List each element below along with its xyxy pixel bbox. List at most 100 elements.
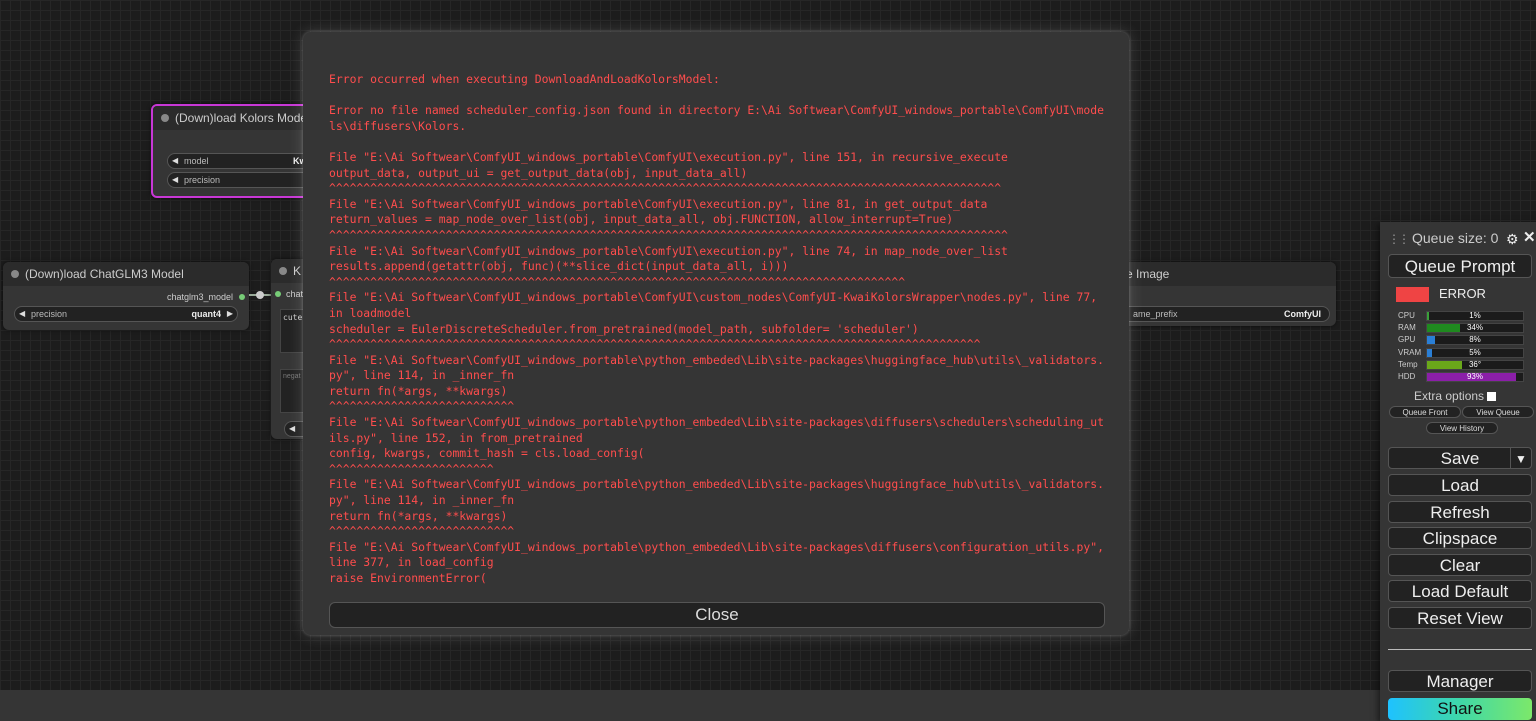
save-dropdown-icon[interactable]: ▼: [1510, 448, 1531, 468]
error-line: Error occurred when executing DownloadAn…: [329, 72, 720, 86]
stat-row-vram: VRAM 5%: [1398, 347, 1526, 359]
queue-size: Queue size: 0: [1412, 230, 1499, 246]
negative-placeholder: negat: [283, 373, 301, 380]
clear-button[interactable]: Clear: [1388, 554, 1532, 576]
error-line: File "E:\Ai Softwear\ComfyUI_windows_por…: [329, 352, 1104, 383]
node-title[interactable]: (Down)load Kolors Model: [153, 106, 319, 130]
error-line: return fn(*args, **kwargs): [329, 508, 508, 523]
node-title-text: e Image: [1126, 267, 1170, 281]
menu-divider: [1388, 649, 1532, 650]
gear-icon[interactable]: ⚙: [1506, 231, 1519, 248]
error-line: return_values = map_node_over_list(obj, …: [329, 212, 954, 227]
node-collapse-dot[interactable]: [11, 270, 19, 278]
arrow-left-icon[interactable]: ◀: [19, 307, 25, 321]
stat-value: 1%: [1469, 311, 1481, 320]
close-icon[interactable]: ✕: [1523, 228, 1536, 246]
error-line: scheduler = EulerDiscreteScheduler.from_…: [329, 321, 919, 336]
arrow-left-icon[interactable]: ◀: [289, 422, 295, 436]
load-button[interactable]: Load: [1388, 474, 1532, 496]
error-line: output_data, output_ui = get_output_data…: [329, 165, 748, 180]
load-default-button[interactable]: Load Default: [1388, 580, 1532, 602]
wire-midpoint[interactable]: [256, 291, 264, 299]
stat-label: Temp: [1398, 359, 1418, 369]
save-label: Save: [1440, 449, 1480, 468]
node-collapse-dot[interactable]: [161, 114, 169, 122]
manager-button[interactable]: Manager: [1388, 670, 1532, 692]
stat-row-hdd: HDD 93%: [1398, 372, 1526, 383]
save-button[interactable]: Save ▼: [1388, 447, 1532, 469]
view-queue-button[interactable]: View Queue: [1462, 406, 1534, 418]
input-slot-dot[interactable]: [275, 291, 281, 297]
precision-combo[interactable]: ◀ precision quant4 ▶: [14, 306, 238, 322]
extra-options[interactable]: Extra options: [1414, 389, 1497, 403]
queue-prompt-button[interactable]: Queue Prompt: [1388, 254, 1532, 278]
stat-value: 8%: [1469, 335, 1481, 345]
stat-row-gpu: GPU 8%: [1398, 335, 1526, 346]
node-download-kolors[interactable]: (Down)load Kolors Model ◀ model Kwai ◀ p…: [151, 104, 321, 198]
model-combo[interactable]: ◀ model Kwai: [167, 153, 319, 169]
error-line: raise EnvironmentError(: [329, 571, 487, 585]
error-dialog: Error occurred when executing DownloadAn…: [303, 32, 1129, 635]
node-save-image[interactable]: e Image s ame_prefix ComfyUI: [1110, 262, 1336, 326]
reset-view-button[interactable]: Reset View: [1388, 607, 1532, 629]
stat-row-temp: Temp 36°: [1398, 359, 1526, 371]
arrow-left-icon[interactable]: ◀: [172, 173, 178, 187]
stat-label: HDD: [1398, 372, 1416, 381]
queue-front-button[interactable]: Queue Front: [1389, 406, 1461, 418]
stat-row-ram: RAM 34%: [1398, 323, 1526, 334]
input-slot-label: chat: [286, 289, 304, 299]
error-line: File "E:\Ai Softwear\ComfyUI_windows_por…: [329, 243, 1008, 258]
extra-options-checkbox[interactable]: [1487, 392, 1497, 402]
error-line: [329, 134, 1109, 150]
status-indicator: ERROR: [1396, 286, 1526, 302]
bottom-bar: [0, 690, 1536, 721]
view-history-button[interactable]: View History: [1426, 422, 1498, 434]
error-line: ^^^^^^^^^^^^^^^^^^^^^^^^^^^^^^^^^^^^^^^^…: [329, 227, 1008, 242]
widget-value: ComfyUI: [1283, 309, 1321, 319]
arrow-left-icon[interactable]: ◀: [172, 154, 178, 168]
error-line: [329, 88, 1109, 104]
error-line: File "E:\Ai Softwear\ComfyUI_windows_por…: [329, 290, 1104, 320]
widget-value: quant4: [191, 309, 221, 319]
error-line: File "E:\Ai Softwear\ComfyUI_windows_por…: [329, 149, 1008, 164]
error-line: config, kwargs, commit_hash = cls.load_c…: [329, 446, 645, 461]
node-download-chatglm[interactable]: (Down)load ChatGLM3 Model chatglm3_model…: [3, 262, 249, 330]
error-line: File "E:\Ai Softwear\ComfyUI_windows_por…: [329, 539, 1104, 570]
stat-value: 5%: [1469, 347, 1481, 357]
filename-prefix-field[interactable]: ame_prefix ComfyUI: [1116, 306, 1330, 322]
stat-value: 36°: [1468, 359, 1482, 369]
widget-label: model: [184, 156, 209, 166]
node-title[interactable]: e Image: [1110, 262, 1336, 286]
error-line: Error no file named scheduler_config.jso…: [329, 103, 1104, 133]
node-title[interactable]: (Down)load ChatGLM3 Model: [3, 262, 249, 286]
prompt-text: cute: [283, 313, 303, 322]
arrow-right-icon[interactable]: ▶: [227, 307, 233, 321]
error-line: ^^^^^^^^^^^^^^^^^^^^^^^^^^^^^^^^^^^^^^^^…: [329, 274, 906, 289]
side-menu: ⋮⋮ Queue size: 0 ⚙ ✕ Queue Prompt ERROR …: [1380, 222, 1536, 721]
error-line: ^^^^^^^^^^^^^^^^^^^^^^^^: [329, 461, 494, 476]
status-text: ERROR: [1439, 286, 1486, 301]
stat-label: GPU: [1398, 335, 1416, 345]
error-line: results.append(getattr(obj, func)(**slic…: [329, 259, 789, 274]
precision-combo[interactable]: ◀ precision: [167, 172, 319, 188]
clipspace-button[interactable]: Clipspace: [1388, 527, 1532, 549]
error-line: File "E:\Ai Softwear\ComfyUI_windows_por…: [329, 477, 1104, 508]
error-line: ^^^^^^^^^^^^^^^^^^^^^^^^^^^^^^^^^^^^^^^^…: [329, 337, 981, 352]
stat-label: CPU: [1398, 311, 1415, 320]
drag-handle-icon[interactable]: ⋮⋮: [1388, 232, 1410, 246]
node-collapse-dot[interactable]: [279, 267, 287, 275]
error-line: File "E:\Ai Softwear\ComfyUI_windows_por…: [329, 415, 1104, 445]
node-title-text: (Down)load ChatGLM3 Model: [25, 267, 184, 281]
error-line: ^^^^^^^^^^^^^^^^^^^^^^^^^^^: [329, 524, 515, 539]
share-button[interactable]: Share: [1388, 698, 1532, 720]
error-line: return fn(*args, **kwargs): [329, 383, 508, 398]
stat-row-cpu: CPU 1%: [1398, 311, 1526, 322]
stat-value: 93%: [1466, 372, 1483, 381]
stat-label: RAM: [1398, 323, 1416, 333]
widget-label: precision: [184, 175, 221, 185]
output-slot-dot[interactable]: [239, 294, 245, 300]
close-button[interactable]: Close: [329, 602, 1105, 628]
node-title-text: (Down)load Kolors Model: [175, 111, 310, 125]
refresh-button[interactable]: Refresh: [1388, 501, 1532, 523]
status-swatch: [1396, 287, 1429, 302]
